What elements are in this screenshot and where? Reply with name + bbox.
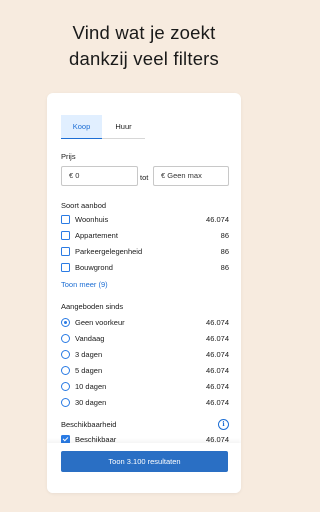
since-option-label: 30 dagen [75, 398, 107, 407]
show-results-button[interactable]: Toon 3.100 resultaten [61, 451, 228, 472]
since-option-count: 46.074 [206, 382, 229, 391]
since-option-label: Vandaag [75, 334, 105, 343]
radio-button[interactable] [61, 318, 70, 327]
price-max-field[interactable]: € Geen max [153, 166, 229, 186]
price-min-field[interactable]: € 0 [61, 166, 138, 186]
radio-button[interactable] [61, 334, 70, 343]
since-option-count: 46.074 [206, 398, 229, 407]
since-option-label: 3 dagen [75, 350, 103, 359]
type-option-bouwgrond[interactable]: Bouwgrond 86 [61, 261, 229, 275]
type-option-count: 86 [220, 263, 229, 272]
since-option-count: 46.074 [206, 366, 229, 375]
since-option-10-dagen[interactable]: 10 dagen 46.074 [61, 380, 229, 394]
headline-line-1: Vind wat je zoekt [72, 22, 216, 43]
type-option-appartement[interactable]: Appartement 86 [61, 229, 229, 243]
type-option-woonhuis[interactable]: Woonhuis 46.074 [61, 213, 229, 227]
since-section-title: Aangeboden sinds [61, 302, 124, 311]
since-option-count: 46.074 [206, 318, 229, 327]
results-bar: Toon 3.100 resultaten [47, 443, 241, 493]
since-option-label: 10 dagen [75, 382, 107, 391]
price-separator: tot [140, 173, 149, 182]
type-option-label: Appartement [75, 231, 118, 240]
type-option-count: 86 [220, 247, 229, 256]
since-option-30-dagen[interactable]: 30 dagen 46.074 [61, 396, 229, 410]
tab-huur[interactable]: Huur [102, 115, 145, 139]
radio-button[interactable] [61, 366, 70, 375]
type-option-count: 86 [220, 231, 229, 240]
tab-bar: Koop Huur [61, 115, 145, 139]
type-option-count: 46.074 [206, 215, 229, 224]
since-option-geen-voorkeur[interactable]: Geen voorkeur 46.074 [61, 316, 229, 330]
headline-line-2: dankzij veel filters [68, 48, 219, 69]
tab-koop[interactable]: Koop [61, 115, 102, 139]
checkbox[interactable] [61, 263, 70, 272]
since-option-count: 46.074 [206, 334, 229, 343]
since-option-count: 46.074 [206, 350, 229, 359]
type-option-parkeergelegenheid[interactable]: Parkeergelegenheid 86 [61, 245, 229, 259]
availability-section-title: Beschikbaarheid [61, 420, 117, 429]
headline: Vind wat je zoekt dankzij veel filters [0, 20, 288, 72]
checkbox[interactable] [61, 231, 70, 240]
since-option-label: Geen voorkeur [75, 318, 125, 327]
show-more-link[interactable]: Toon meer (9) [61, 280, 108, 289]
since-option-3-dagen[interactable]: 3 dagen 46.074 [61, 348, 229, 362]
checkbox[interactable] [61, 215, 70, 224]
type-option-label: Bouwgrond [75, 263, 113, 272]
filter-panel: Koop Huur Prijs € 0 tot € Geen max Soort… [47, 93, 241, 493]
radio-button[interactable] [61, 350, 70, 359]
radio-button[interactable] [61, 382, 70, 391]
price-label: Prijs [61, 152, 76, 161]
checkbox[interactable] [61, 247, 70, 256]
info-icon[interactable]: i [218, 419, 229, 430]
type-section-title: Soort aanbod [61, 201, 107, 210]
type-option-label: Parkeergelegenheid [75, 247, 143, 256]
since-option-5-dagen[interactable]: 5 dagen 46.074 [61, 364, 229, 378]
since-option-vandaag[interactable]: Vandaag 46.074 [61, 332, 229, 346]
radio-button[interactable] [61, 398, 70, 407]
type-option-label: Woonhuis [75, 215, 109, 224]
since-option-label: 5 dagen [75, 366, 103, 375]
